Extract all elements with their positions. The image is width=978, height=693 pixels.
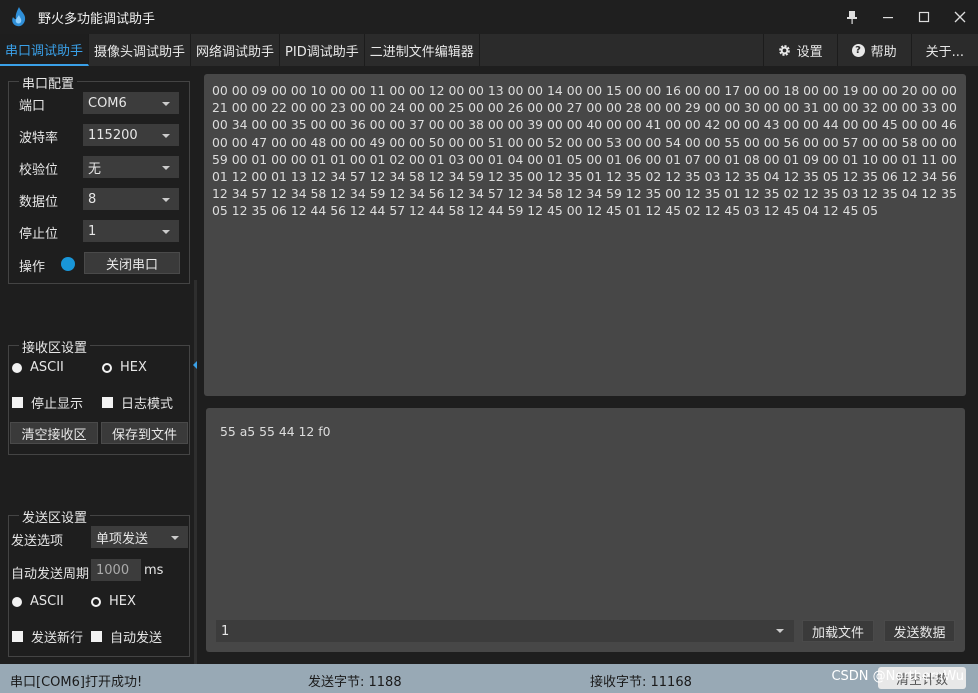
checkbox-icon	[102, 397, 113, 408]
pin-icon[interactable]	[834, 0, 870, 34]
auto-send-checkbox[interactable]: 自动发送	[91, 627, 162, 646]
clear-recv-button[interactable]: 清空接收区	[10, 422, 98, 444]
radio-icon	[12, 596, 22, 607]
send-history-value: 1	[221, 623, 230, 639]
tab-binary-editor[interactable]: 二进制文件编辑器	[365, 34, 480, 66]
chevron-down-icon	[171, 536, 179, 540]
send-hex-radio[interactable]: HEX	[91, 594, 136, 609]
parity-value: 无	[88, 161, 102, 177]
radio-icon	[91, 596, 101, 607]
close-button[interactable]	[942, 0, 978, 34]
databits-select[interactable]: 8	[83, 188, 179, 210]
stopbits-label: 停止位	[19, 227, 59, 242]
send-settings-title: 发送区设置	[19, 507, 91, 526]
operation-label: 操作	[19, 260, 46, 275]
recv-hex-radio[interactable]: HEX	[102, 360, 147, 375]
baud-label: 波特率	[19, 131, 59, 146]
databits-label: 数据位	[19, 195, 59, 210]
port-label: 端口	[19, 99, 46, 114]
app-title: 野火多功能调试助手	[38, 11, 156, 27]
tab-bar: 串口调试助手 摄像头调试助手 网络调试助手 PID调试助手 二进制文件编辑器 设…	[0, 34, 978, 66]
help-button[interactable]: ? 帮助	[836, 34, 911, 66]
serial-config-title: 串口配置	[19, 73, 78, 92]
tab-network[interactable]: 网络调试助手	[191, 34, 281, 66]
tab-serial[interactable]: 串口调试助手	[0, 34, 90, 66]
stop-display-checkbox[interactable]: 停止显示	[12, 393, 83, 412]
help-icon: ?	[851, 43, 865, 57]
window-controls	[834, 0, 978, 34]
chevron-down-icon	[776, 629, 784, 633]
close-port-button[interactable]: 关闭串口	[84, 252, 180, 274]
send-option-value: 单项发送	[96, 531, 149, 547]
settings-button[interactable]: 设置	[762, 34, 837, 66]
baud-select[interactable]: 115200	[83, 124, 179, 146]
status-led-icon	[61, 257, 75, 271]
stopbits-value: 1	[88, 223, 97, 239]
radio-icon	[12, 362, 22, 373]
checkbox-icon	[12, 397, 23, 408]
send-ascii-radio[interactable]: ASCII	[12, 594, 64, 609]
chevron-down-icon	[162, 198, 170, 202]
databits-value: 8	[88, 191, 97, 207]
send-newline-checkbox[interactable]: 发送新行	[12, 627, 83, 646]
tab-camera[interactable]: 摄像头调试助手	[89, 34, 192, 66]
recv-ascii-radio[interactable]: ASCII	[12, 360, 64, 375]
title-bar: 野火多功能调试助手	[0, 0, 978, 34]
parity-label: 校验位	[19, 163, 59, 178]
stop-display-label: 停止显示	[31, 397, 84, 412]
checkbox-icon	[91, 631, 102, 642]
about-label: 关于...	[925, 44, 964, 60]
receive-area[interactable]: 00 00 09 00 00 10 00 00 11 00 00 12 00 0…	[204, 74, 966, 396]
log-mode-checkbox[interactable]: 日志模式	[102, 393, 173, 412]
status-message: 串口[COM6]打开成功!	[10, 675, 143, 690]
save-file-button[interactable]: 保存到文件	[101, 422, 188, 444]
radio-icon	[102, 362, 112, 373]
send-hex-label: HEX	[109, 594, 136, 609]
chevron-down-icon	[162, 230, 170, 234]
flame-logo-icon	[12, 7, 26, 27]
port-select[interactable]: COM6	[83, 92, 179, 114]
stopbits-select[interactable]: 1	[83, 220, 179, 242]
checkbox-icon	[12, 631, 23, 642]
baud-value: 115200	[88, 127, 138, 143]
settings-label: 设置	[796, 44, 823, 60]
received-bytes: 接收字节: 11168	[590, 675, 692, 690]
minimize-button[interactable]	[870, 0, 906, 34]
sent-bytes: 发送字节: 1188	[308, 675, 402, 690]
send-ascii-label: ASCII	[30, 594, 64, 609]
chevron-down-icon	[162, 102, 170, 106]
send-option-select[interactable]: 单项发送	[91, 526, 188, 548]
gear-icon	[778, 44, 790, 56]
maximize-button[interactable]	[906, 0, 942, 34]
send-option-label: 发送选项	[11, 534, 64, 549]
about-button[interactable]: 关于...	[910, 34, 978, 66]
period-label: 自动发送周期	[11, 567, 90, 582]
log-mode-label: 日志模式	[121, 397, 174, 412]
period-unit: ms	[144, 563, 164, 578]
send-text: 55 a5 55 44 12 f0	[220, 424, 331, 439]
send-data-button[interactable]: 发送数据	[884, 620, 955, 642]
collapse-arrow-icon[interactable]	[193, 361, 197, 369]
help-label: 帮助	[870, 44, 897, 60]
load-file-button[interactable]: 加载文件	[802, 620, 874, 642]
parity-select[interactable]: 无	[83, 156, 179, 178]
period-value: 1000	[96, 562, 130, 578]
send-newline-label: 发送新行	[31, 631, 84, 646]
send-area[interactable]: 55 a5 55 44 12 f0 1 加载文件 发送数据	[206, 408, 965, 652]
port-value: COM6	[88, 95, 127, 111]
chevron-down-icon	[162, 166, 170, 170]
panel-splitter[interactable]	[194, 280, 197, 664]
period-input[interactable]: 1000	[91, 559, 141, 581]
recv-hex-label: HEX	[120, 360, 147, 375]
auto-send-label: 自动发送	[110, 631, 163, 646]
left-panel: 串口配置 端口 COM6 波特率 115200 校验位 无 数据位 8 停止位 …	[0, 66, 200, 662]
recv-ascii-label: ASCII	[30, 360, 64, 375]
recv-settings-title: 接收区设置	[19, 337, 91, 356]
tab-pid[interactable]: PID调试助手	[280, 34, 365, 66]
csdn-watermark: CSDN @NorthernWu	[831, 669, 964, 684]
chevron-down-icon	[162, 134, 170, 138]
send-history-select[interactable]: 1	[216, 620, 794, 642]
